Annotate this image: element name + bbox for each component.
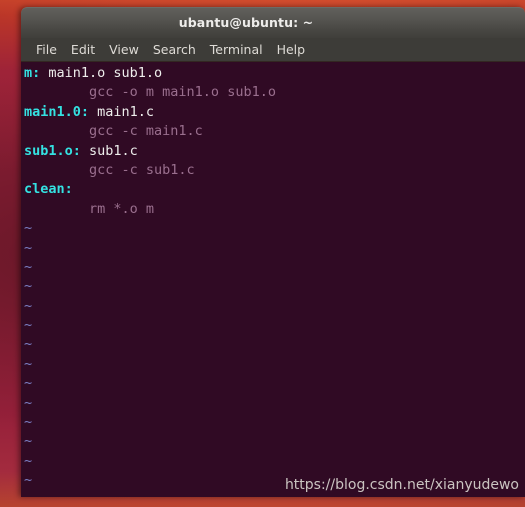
makefile-recipe: gcc -o m main1.o sub1.o (24, 84, 276, 101)
tilde-marker: ~ (24, 239, 33, 256)
makefile-prerequisites: sub1.c (80, 142, 138, 159)
menu-item-view[interactable]: View (102, 40, 146, 60)
tilde-marker: ~ (24, 258, 33, 275)
editor-empty-line: ~ (21, 258, 525, 277)
tilde-marker: ~ (24, 472, 33, 489)
makefile-command-line: gcc -o m main1.o sub1.o (21, 83, 525, 102)
makefile-rule-line: sub1.o: sub1.c (21, 142, 525, 161)
editor-empty-line: ~ (21, 394, 525, 413)
tilde-marker: ~ (24, 278, 33, 295)
makefile-recipe: gcc -c sub1.c (24, 161, 195, 178)
editor-empty-line: ~ (21, 432, 525, 451)
makefile-recipe: gcc -c main1.c (24, 123, 203, 140)
tilde-marker: ~ (24, 433, 33, 450)
editor-empty-line: ~ (21, 471, 525, 490)
makefile-prerequisites: main1.o sub1.o (40, 65, 163, 81)
makefile-target: m: (24, 65, 41, 81)
window-titlebar[interactable]: ubantu@ubuntu: ~ (21, 7, 525, 38)
editor-empty-line: ~ (21, 297, 525, 316)
tilde-marker: ~ (24, 336, 33, 353)
menu-item-help[interactable]: Help (270, 40, 313, 60)
editor-empty-line: ~ (21, 335, 525, 354)
menu-item-edit[interactable]: Edit (64, 40, 102, 60)
terminal-text-area[interactable]: m: main1.o sub1.o gcc -o m main1.o sub1.… (21, 62, 525, 497)
editor-empty-line: ~ (21, 452, 525, 471)
tilde-marker: ~ (24, 492, 32, 497)
editor-empty-line: ~ (21, 355, 525, 374)
tilde-marker: ~ (24, 394, 33, 411)
makefile-target: clean: (24, 181, 73, 198)
editor-empty-line: ~ (21, 277, 525, 296)
editor-empty-line: ~ (21, 239, 525, 258)
window-title: ubantu@ubuntu: ~ (178, 15, 314, 30)
tilde-marker: ~ (24, 452, 33, 469)
menu-item-search[interactable]: Search (146, 40, 203, 60)
editor-empty-line: ~ (21, 374, 525, 393)
tilde-marker: ~ (24, 375, 33, 392)
editor-empty-line: ~ (21, 219, 525, 238)
tilde-marker: ~ (24, 220, 33, 237)
tilde-marker: ~ (24, 355, 33, 372)
editor-empty-line: ~ (21, 413, 525, 432)
terminal-window: ubantu@ubuntu: ~ File Edit View Search T… (21, 7, 525, 497)
makefile-prerequisites: main1.c (89, 103, 155, 120)
makefile-command-line: rm *.o m (21, 200, 525, 219)
menu-item-file[interactable]: File (29, 40, 64, 60)
makefile-rule-line: m: main1.o sub1.o (21, 64, 525, 83)
tilde-marker: ~ (24, 317, 33, 334)
menu-item-terminal[interactable]: Terminal (203, 40, 270, 60)
menu-bar: File Edit View Search Terminal Help (21, 38, 525, 62)
editor-empty-line: ~ (21, 316, 525, 335)
makefile-recipe: rm *.o m (24, 200, 155, 217)
screen: ubantu@ubuntu: ~ File Edit View Search T… (0, 0, 525, 507)
editor-buffer: m: main1.o sub1.o gcc -o m main1.o sub1.… (21, 64, 525, 219)
makefile-command-line: gcc -c sub1.c (21, 161, 525, 180)
makefile-target: main1.0: (24, 103, 90, 120)
tilde-marker: ~ (24, 414, 33, 431)
makefile-rule-line: clean: (21, 180, 525, 199)
makefile-target: sub1.o: (24, 142, 81, 159)
editor-empty-lines: ~~~~~~~~~~~~~~~~ (21, 219, 525, 497)
editor-empty-line: ~ (21, 491, 525, 497)
makefile-command-line: gcc -c main1.c (21, 122, 525, 141)
makefile-rule-line: main1.0: main1.c (21, 103, 525, 122)
tilde-marker: ~ (24, 297, 33, 314)
